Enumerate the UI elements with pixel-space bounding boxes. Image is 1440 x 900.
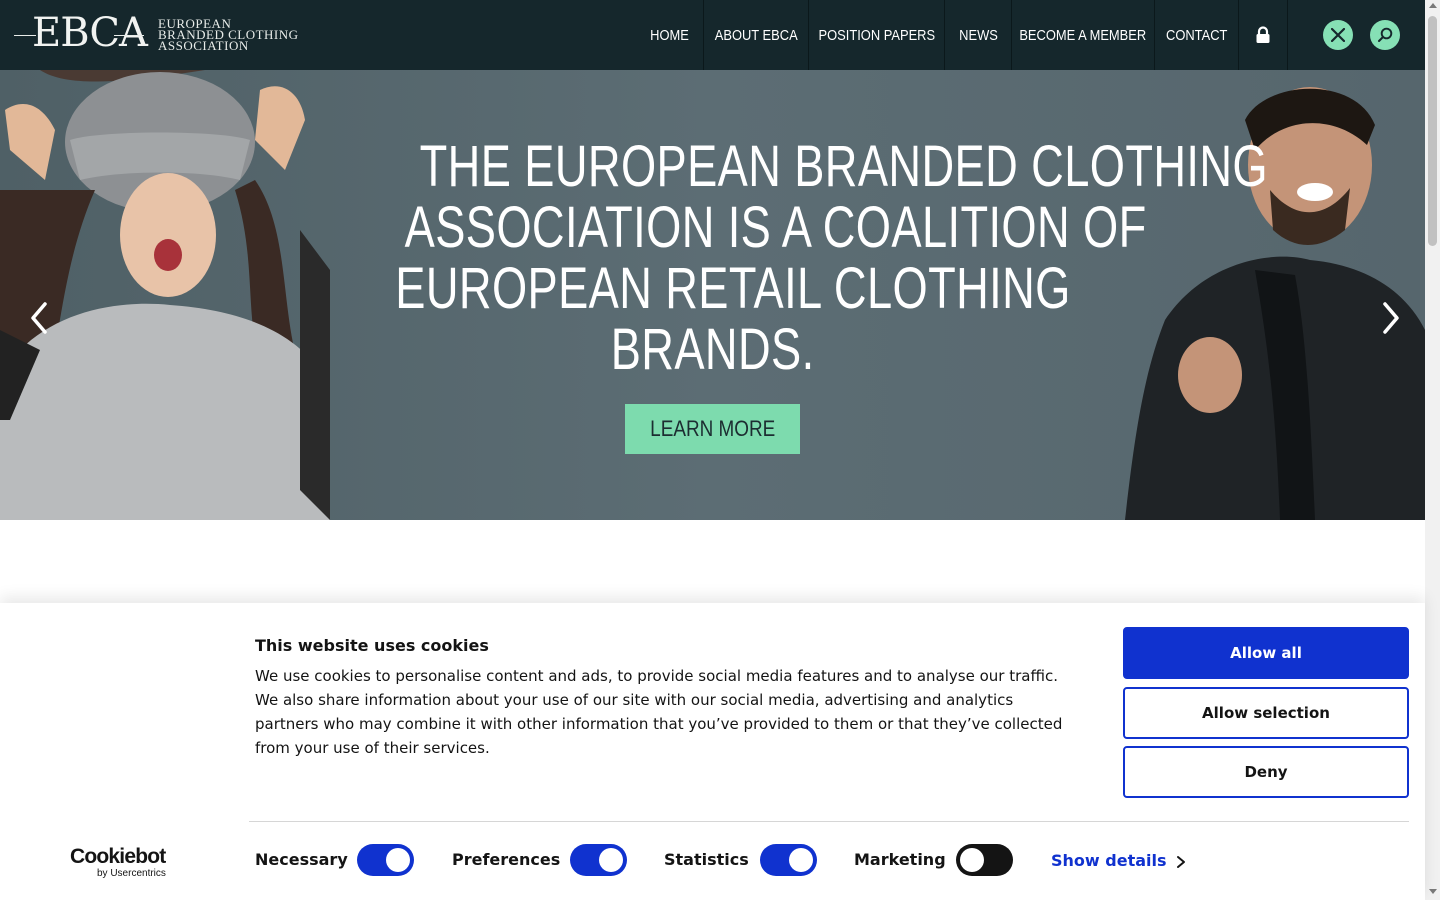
- nav-news-label: NEWS: [958, 26, 998, 44]
- slider-next-arrow-icon[interactable]: [1375, 298, 1405, 338]
- nav-home-label: HOME: [650, 26, 689, 44]
- lock-icon: [1256, 26, 1270, 43]
- nav-about[interactable]: ABOUT EBCA: [704, 0, 809, 70]
- nav-become-member[interactable]: BECOME A MEMBER: [1012, 0, 1155, 70]
- toggle-label-preferences: Preferences: [452, 850, 561, 869]
- search-button[interactable]: [1370, 20, 1400, 50]
- toggle-necessary[interactable]: [357, 844, 414, 876]
- nav-contact[interactable]: CONTACT: [1155, 0, 1239, 70]
- page-scrollbar[interactable]: [1425, 0, 1440, 900]
- toggle-label-marketing: Marketing: [854, 850, 946, 869]
- hero-headline-line-3: EUROPEAN RETAIL CLOTHING: [395, 256, 1071, 321]
- show-details-link[interactable]: Show details: [1051, 851, 1167, 870]
- cookie-description: We use cookies to personalise content an…: [255, 667, 1063, 757]
- nav-contact-label: CONTACT: [1165, 26, 1228, 44]
- ebca-logo[interactable]: EBCA EUROPEAN BRANDED CLOTHING ASSOCIATI…: [14, 10, 299, 56]
- hero-headline: THE EUROPEAN BRANDED CLOTHING ASSOCIATIO…: [300, 136, 1267, 382]
- nav-position-papers[interactable]: POSITION PAPERS: [809, 0, 945, 70]
- logo-line-3: ASSOCIATION: [158, 37, 249, 53]
- nav-news[interactable]: NEWS: [945, 0, 1012, 70]
- toggle-knob: [599, 848, 623, 872]
- toggle-knob: [386, 848, 410, 872]
- logo-mark: EBCA: [14, 10, 148, 56]
- logo-line-right: [114, 35, 144, 36]
- learn-more-label: LEARN MORE: [649, 416, 776, 441]
- scroll-down-arrow-icon[interactable]: [1429, 889, 1437, 894]
- site-header: EBCA EUROPEAN BRANDED CLOTHING ASSOCIATI…: [0, 0, 1425, 70]
- x-twitter-button[interactable]: [1323, 20, 1353, 50]
- deny-button[interactable]: Deny: [1123, 746, 1409, 798]
- allow-all-button[interactable]: Allow all: [1123, 627, 1409, 679]
- consent-toggles: Necessary Preferences Statistics Marketi…: [0, 843, 1425, 877]
- cookie-title: This website uses cookies: [255, 636, 489, 655]
- nav-home[interactable]: HOME: [636, 0, 704, 70]
- nav-become-member-label: BECOME A MEMBER: [1019, 26, 1147, 44]
- nav-position-papers-label: POSITION PAPERS: [818, 26, 935, 44]
- nav-about-label: ABOUT EBCA: [714, 26, 798, 44]
- x-twitter-icon: [1331, 28, 1345, 42]
- scroll-up-arrow-icon[interactable]: [1429, 3, 1437, 8]
- scroll-thumb[interactable]: [1428, 16, 1437, 246]
- cookie-divider: [249, 821, 1409, 822]
- hero-headline-line-1: THE EUROPEAN BRANDED CLOTHING: [419, 134, 1269, 199]
- toggle-knob: [960, 848, 984, 872]
- main-nav: HOME ABOUT EBCA POSITION PAPERS NEWS BEC…: [636, 0, 1288, 70]
- hero-image-woman: [0, 70, 330, 520]
- toggle-statistics[interactable]: [760, 844, 817, 876]
- logo-wordmark: EUROPEAN BRANDED CLOTHING ASSOCIATION: [158, 17, 299, 53]
- slider-prev-arrow-icon[interactable]: [25, 298, 55, 338]
- search-icon: [1378, 27, 1393, 42]
- hero-headline-line-2: ASSOCIATION IS A COALITION OF: [404, 195, 1147, 260]
- logo-letters: EBCA: [32, 10, 148, 56]
- hero-headline-line-4: BRANDS.: [610, 317, 815, 382]
- cookie-consent-banner: Cookiebot by Usercentrics This website u…: [0, 603, 1425, 900]
- toggle-label-necessary: Necessary: [255, 850, 348, 869]
- chevron-right-icon[interactable]: [1175, 855, 1187, 869]
- hero-slider: THE EUROPEAN BRANDED CLOTHING ASSOCIATIO…: [0, 70, 1425, 520]
- toggle-preferences[interactable]: [570, 844, 627, 876]
- toggle-label-statistics: Statistics: [664, 850, 749, 869]
- nav-login[interactable]: [1239, 0, 1288, 70]
- allow-selection-button[interactable]: Allow selection: [1123, 687, 1409, 739]
- learn-more-button[interactable]: LEARN MORE: [625, 404, 800, 454]
- toggle-knob: [789, 848, 813, 872]
- toggle-marketing[interactable]: [956, 844, 1013, 876]
